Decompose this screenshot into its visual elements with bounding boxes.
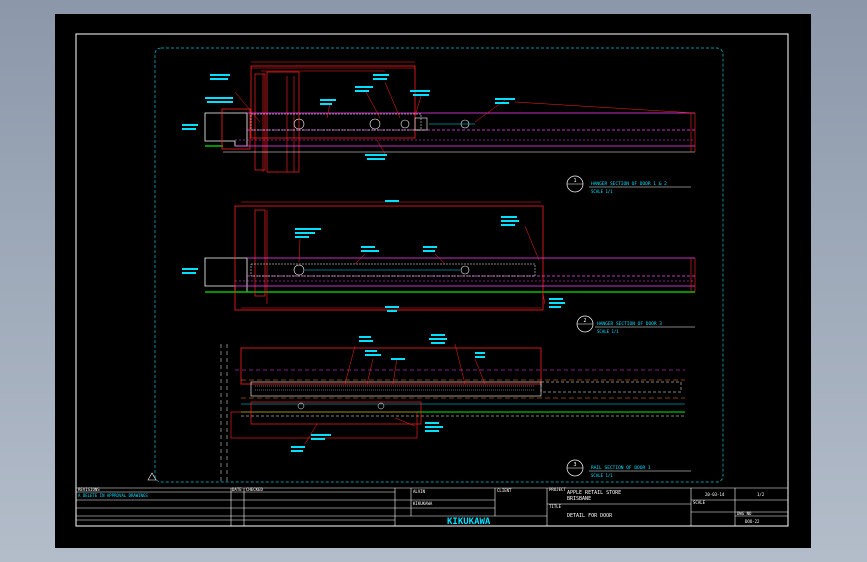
project-sub: BRISBANE <box>567 496 591 502</box>
view-1-section: 1 HANGER SECTION OF DOOR 1 & 2 SCALE 1/1 <box>182 61 696 194</box>
cad-drawing: 1 HANGER SECTION OF DOOR 1 & 2 SCALE 1/1 <box>75 33 789 527</box>
view-2-title: 2 HANGER SECTION OF DOOR 3 SCALE 1/1 <box>576 315 695 334</box>
drawing-sheet: 1 HANGER SECTION OF DOOR 1 & 2 SCALE 1/1 <box>55 14 811 548</box>
revisions-label: REVISIONS <box>78 487 100 492</box>
view-3-section: 3 RAIL SECTION OF DOOR 1 SCALE 1/1 <box>147 334 691 482</box>
drawing-number: DOO-22 <box>745 519 760 524</box>
view-2-caption: HANGER SECTION OF DOOR 3 <box>597 321 662 327</box>
date-value: 20-03-14 <box>705 492 725 497</box>
view-3-scale: SCALE 1/1 <box>591 473 613 478</box>
title-block <box>76 487 788 526</box>
approved-value: KIKUKAWA <box>413 501 433 506</box>
view-1-scale: SCALE 1/1 <box>591 189 613 194</box>
view-1-title: 1 HANGER SECTION OF DOOR 1 & 2 SCALE 1/1 <box>566 175 691 194</box>
view-3-title: 3 RAIL SECTION OF DOOR 1 SCALE 1/1 <box>566 459 691 478</box>
view-3-number: 3 <box>573 462 576 468</box>
project-label: PROJECT <box>549 487 566 492</box>
view-3-caption: RAIL SECTION OF DOOR 1 <box>591 465 651 471</box>
view-2-section: 2 HANGER SECTION OF DOOR 3 SCALE 1/1 <box>182 200 696 334</box>
date-label: DATE <box>232 487 242 492</box>
view-1-caption: HANGER SECTION OF DOOR 1 & 2 <box>591 181 667 187</box>
view-2-number: 2 <box>583 318 586 324</box>
drawing-title: DETAIL FOR DOOR <box>567 513 613 519</box>
checked-label: CHECKED <box>246 487 263 492</box>
sheet-value: 1/2 <box>757 492 765 497</box>
sheet-border <box>75 33 789 527</box>
company-logo: KIKUKAWA <box>447 517 491 527</box>
dwg-no-label: DWG NO <box>737 511 752 516</box>
title-label: TITLE <box>549 504 562 509</box>
view-2-scale: SCALE 1/1 <box>597 329 619 334</box>
scale-label: SCALE <box>693 500 706 505</box>
client-label: CLIENT <box>497 488 512 493</box>
revision-entry: A DELETE IN APPROVAL DRAWINGS <box>78 493 148 498</box>
view-1-number: 1 <box>573 178 576 184</box>
drawn-by-value: ALVIN <box>413 489 426 494</box>
